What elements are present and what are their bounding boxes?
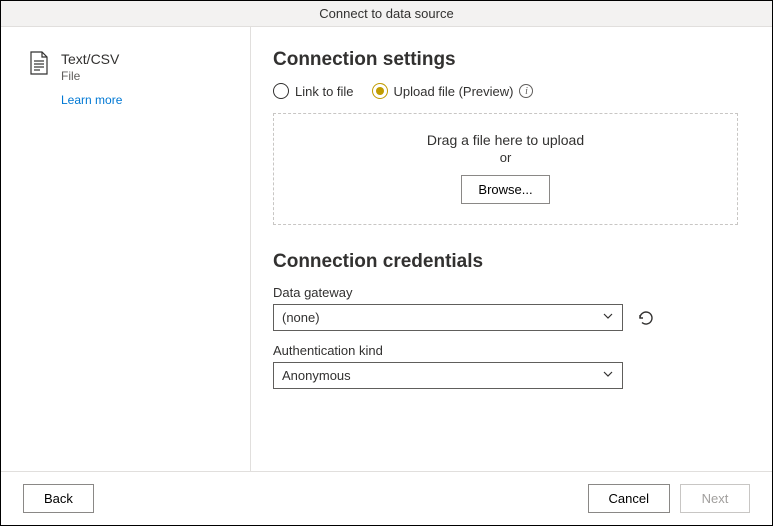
info-icon[interactable]: i [519,84,533,98]
chevron-down-icon [602,310,614,325]
radio-unselected-icon [273,83,289,99]
file-dropzone[interactable]: Drag a file here to upload or Browse... [273,113,738,225]
main-content: Text/CSV File Learn more Connection sett… [1,27,772,471]
connection-mode-radios: Link to file Upload file (Preview) i [273,83,738,99]
window-title: Connect to data source [319,6,453,21]
connection-settings-heading: Connection settings [273,49,738,71]
sidebar: Text/CSV File Learn more [1,27,251,471]
connector-type: File [61,69,122,83]
data-gateway-label: Data gateway [273,285,738,300]
window-title-bar: Connect to data source [1,1,772,27]
settings-panel: Connection settings Link to file Upload … [251,27,772,471]
data-gateway-row: (none) [273,304,738,331]
back-button[interactable]: Back [23,484,94,513]
drag-text: Drag a file here to upload [284,132,727,148]
radio-link-to-file[interactable]: Link to file [273,83,354,99]
data-gateway-value: (none) [282,310,320,325]
auth-kind-label: Authentication kind [273,343,738,358]
next-button: Next [680,484,750,513]
auth-kind-row: Anonymous [273,362,738,389]
learn-more-link[interactable]: Learn more [61,93,122,107]
refresh-gateway-button[interactable] [633,305,659,331]
connector-name: Text/CSV [61,51,122,67]
browse-button[interactable]: Browse... [461,175,549,204]
radio-upload-file[interactable]: Upload file (Preview) i [372,83,534,99]
or-text: or [284,150,727,165]
file-icon [29,51,49,78]
data-gateway-select[interactable]: (none) [273,304,623,331]
auth-kind-value: Anonymous [282,368,351,383]
connection-credentials-heading: Connection credentials [273,251,738,273]
cancel-button[interactable]: Cancel [588,484,670,513]
radio-upload-label: Upload file (Preview) [394,84,514,99]
footer: Back Cancel Next [1,471,772,525]
sidebar-meta: Text/CSV File Learn more [61,51,122,107]
radio-link-label: Link to file [295,84,354,99]
chevron-down-icon [602,368,614,383]
footer-right: Cancel Next [588,484,750,513]
radio-selected-icon [372,83,388,99]
auth-kind-select[interactable]: Anonymous [273,362,623,389]
